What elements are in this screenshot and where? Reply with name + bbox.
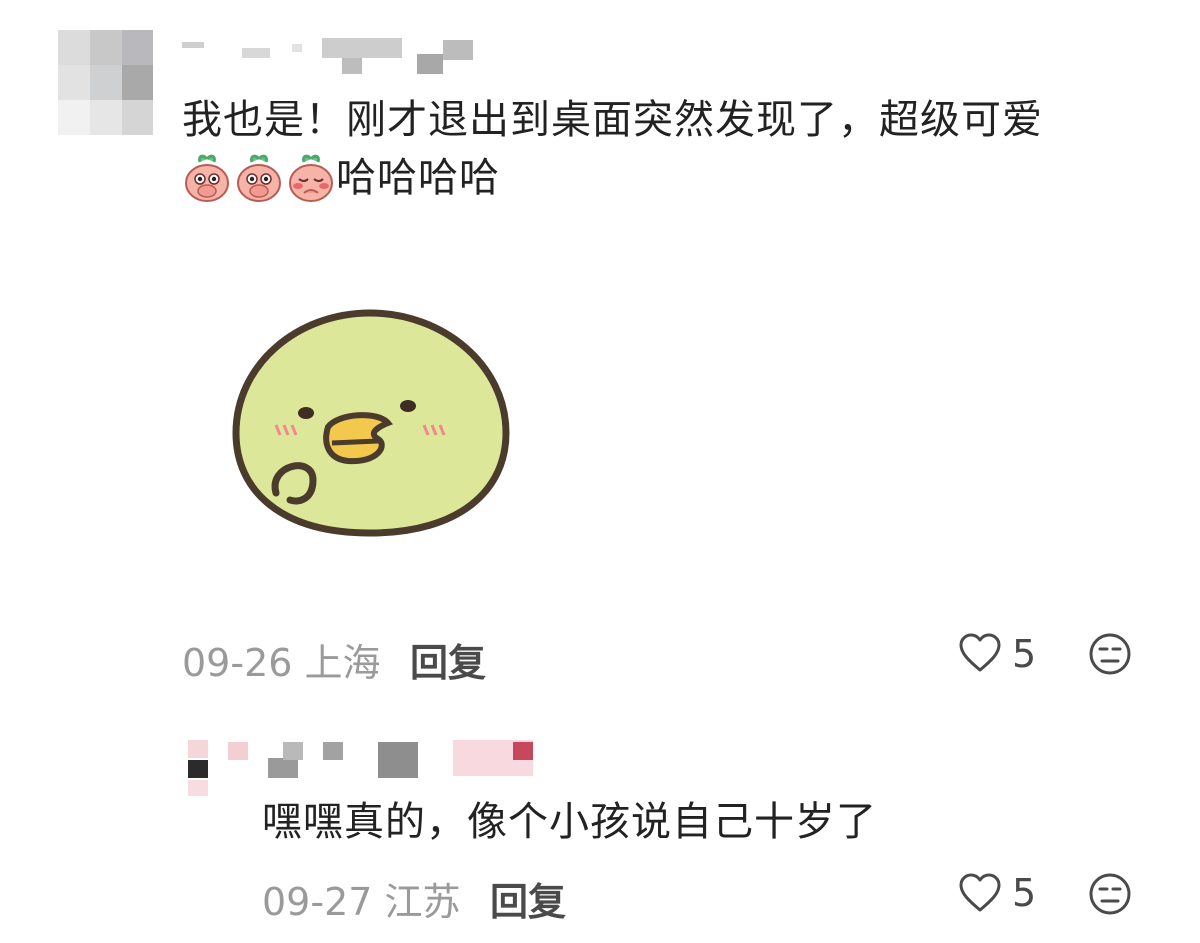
like-count: 5 [1012, 871, 1037, 915]
username[interactable] [182, 36, 482, 76]
date: 09-27 [262, 880, 373, 924]
meh-face-icon[interactable] [1088, 872, 1132, 916]
avatar[interactable] [58, 30, 153, 135]
comment-date: 09-26 上海 [182, 632, 381, 687]
location: 江苏 [384, 880, 461, 924]
peach-cover-mouth-icon [237, 154, 281, 202]
reply-text: 嘿嘿真的，像个小孩说自己十岁了 [262, 799, 877, 845]
peach-cover-mouth-icon [185, 154, 229, 202]
date: 09-26 [182, 641, 293, 685]
heart-icon[interactable] [958, 872, 1002, 914]
laugh-text: 哈哈哈哈 [336, 155, 500, 201]
peach-shy-icon [289, 154, 333, 202]
comment-text-line2: 哈哈哈哈 [182, 152, 500, 204]
reply-button[interactable]: 回复 [410, 632, 486, 687]
reply-date: 09-27 江苏 [262, 871, 461, 926]
reply-username[interactable] [188, 740, 568, 800]
meh-face-icon[interactable] [1088, 632, 1132, 676]
like-count: 5 [1012, 632, 1037, 676]
comment-text: 我也是！刚才退出到桌面突然发现了，超级可爱 [182, 97, 1043, 143]
reply-button[interactable]: 回复 [490, 871, 566, 926]
heart-icon[interactable] [958, 632, 1002, 674]
green-chick-sticker[interactable] [228, 305, 513, 540]
location: 上海 [304, 641, 381, 685]
